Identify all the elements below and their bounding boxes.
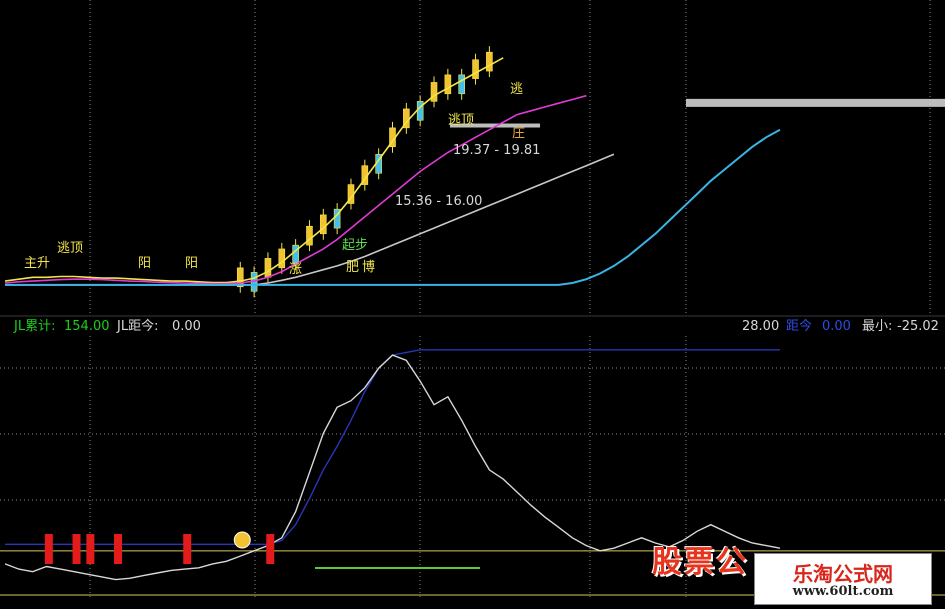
candle-body <box>320 214 327 235</box>
signal-label: 阳 <box>185 256 199 271</box>
signal-label: 博 <box>362 260 376 275</box>
indicator-status-bar: JL累计: 154.00 JL距今: 0.00 28.00 距今 0.00 最小… <box>0 317 945 335</box>
right-value: 28.00 <box>742 319 780 334</box>
signal-label: 主升 <box>24 256 51 271</box>
indicator-signal-bars <box>44 531 275 564</box>
candle-body <box>416 101 424 121</box>
signal-label: 逃 <box>510 82 524 97</box>
watermark-site-url: www.60lt.com <box>792 584 894 599</box>
jl-total-value: 154.00 <box>64 319 110 334</box>
candle-body <box>486 51 493 72</box>
dist-label: 距今 <box>786 319 813 334</box>
jl-total-label: JL累计: <box>14 319 56 334</box>
jl-dist-value: 0.00 <box>172 319 201 334</box>
watermark-stock-text: 股票公 <box>652 545 748 580</box>
signal-label: 起步 <box>342 238 369 253</box>
min-label: 最小: <box>862 319 893 334</box>
signal-bar <box>44 534 53 564</box>
candle-body <box>306 225 313 246</box>
candle-body <box>278 248 286 269</box>
signal-label: 肥 <box>346 260 360 275</box>
chart-canvas <box>0 0 945 600</box>
candle-body <box>444 74 452 95</box>
signal-label: 逃顶 <box>57 241 84 256</box>
indicator-line-blue <box>5 349 780 545</box>
price-lines <box>4 57 781 286</box>
candle-body <box>472 59 479 79</box>
signal-label: 阳 <box>138 256 152 271</box>
band-label-upper: 19.37 - 19.81 <box>453 143 541 158</box>
signal-label: 逃顶 <box>448 113 475 128</box>
band-label-lower: 15.36 - 16.00 <box>395 194 483 209</box>
watermark-site-name: 乐淘公式网 <box>793 562 893 586</box>
min-value: -25.02 <box>897 319 939 334</box>
candle-body <box>264 258 272 278</box>
signal-bar <box>266 534 275 564</box>
signal-bar <box>183 534 192 564</box>
ma-line-cyan <box>5 128 781 286</box>
signal-bar <box>86 534 95 564</box>
signal-bar <box>114 534 123 564</box>
signal-label: 涨 <box>289 262 303 277</box>
signal-bar <box>72 534 81 564</box>
watermark-box: 乐淘公式网 www.60lt.com <box>754 553 932 605</box>
signal-label: 庄 <box>512 126 526 141</box>
ma-line-white <box>5 153 615 286</box>
dist-value: 0.00 <box>822 319 851 334</box>
jl-dist-label: JL距今: <box>117 319 159 334</box>
buy-marker <box>233 531 251 549</box>
price-band-upper <box>686 98 945 107</box>
candle-body <box>430 82 438 102</box>
candle-body <box>458 74 465 95</box>
